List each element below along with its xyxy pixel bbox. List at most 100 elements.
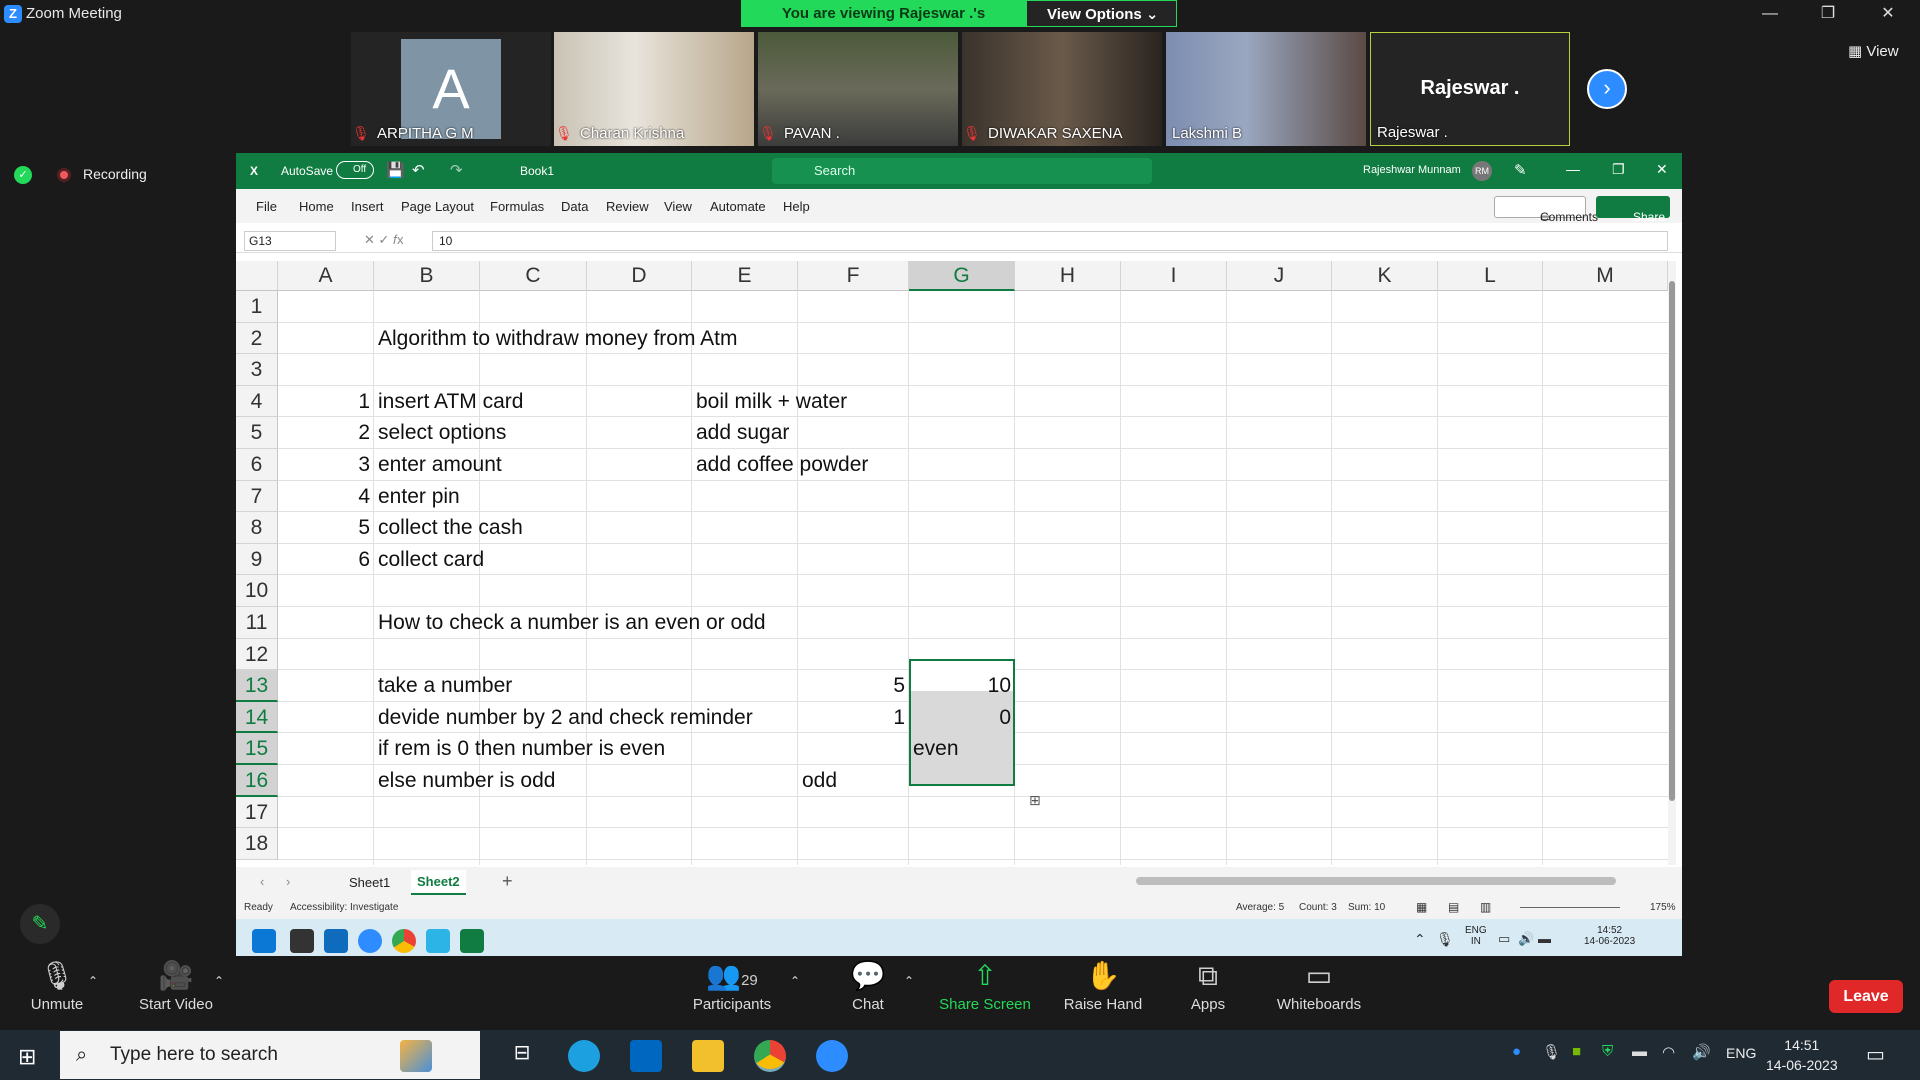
name-box[interactable]: G13 xyxy=(244,231,336,251)
store-icon[interactable] xyxy=(630,1040,662,1072)
row-header-10[interactable]: 10 xyxy=(236,575,278,607)
column-header-d[interactable]: D xyxy=(587,261,692,291)
cell-a5[interactable]: 2 xyxy=(278,417,370,448)
zoom-level[interactable]: 175% xyxy=(1650,902,1676,913)
select-all-corner[interactable] xyxy=(236,261,278,291)
undo-icon[interactable]: ↶ xyxy=(412,161,425,179)
task-view-icon[interactable] xyxy=(290,929,314,953)
participant-tile[interactable]: Lakshmi B xyxy=(1166,32,1366,146)
row-header-12[interactable]: 12 xyxy=(236,638,278,671)
tab-formulas[interactable]: Formulas xyxy=(490,199,544,214)
cell-a6[interactable]: 3 xyxy=(278,449,370,480)
redo-icon[interactable]: ↷ xyxy=(450,161,463,179)
accessibility-status[interactable]: Accessibility: Investigate xyxy=(290,902,398,913)
row-header-7[interactable]: 7 xyxy=(236,480,278,513)
normal-view-icon[interactable]: ▦ xyxy=(1416,900,1427,914)
annotate-pencil-icon[interactable]: ✎ xyxy=(20,904,60,944)
row-header-4[interactable]: 4 xyxy=(236,385,278,418)
minimize-button[interactable]: — xyxy=(1566,161,1580,177)
windows-start-icon[interactable] xyxy=(252,929,276,953)
tab-insert[interactable]: Insert xyxy=(351,199,384,214)
minimize-button[interactable]: — xyxy=(1750,2,1790,26)
cell-b8[interactable]: collect the cash xyxy=(378,512,523,543)
raise-hand-button[interactable]: ✋ Raise Hand xyxy=(1058,956,1148,1013)
sheet-tab[interactable]: Sheet1 xyxy=(349,875,390,890)
cell-b14[interactable]: devide number by 2 and check reminder xyxy=(378,702,753,733)
chevron-up-icon[interactable]: ⌃ xyxy=(1414,931,1426,948)
participant-tile[interactable]: A 🎙 ARPITHA G M xyxy=(351,32,551,146)
autosave-toggle[interactable]: Off xyxy=(336,161,374,179)
windows-start-icon[interactable]: ⊞ xyxy=(18,1044,36,1070)
apps-button[interactable]: ⧉ Apps xyxy=(1184,956,1232,1013)
vertical-scrollbar[interactable] xyxy=(1668,261,1676,865)
page-break-icon[interactable]: ▥ xyxy=(1480,900,1491,914)
cell-g14[interactable]: 0 xyxy=(909,702,1011,733)
security-shield-icon[interactable]: ✓ xyxy=(14,166,32,184)
cell-g13[interactable]: 10 xyxy=(909,670,1011,701)
save-icon[interactable]: 💾 xyxy=(386,161,405,179)
cell-b6[interactable]: enter amount xyxy=(378,449,502,480)
chat-button[interactable]: 💬 Chat xyxy=(838,956,898,1013)
share-button[interactable]: Share xyxy=(1596,196,1670,224)
cell-f16[interactable]: odd xyxy=(802,765,837,796)
gallery-view-button[interactable]: ▦ View xyxy=(1848,42,1899,60)
input-language[interactable]: ENG IN xyxy=(1465,925,1487,947)
participant-tile[interactable]: 🎙 PAVAN . xyxy=(758,32,958,146)
cell-f14[interactable]: 1 xyxy=(798,702,905,733)
chrome-icon[interactable] xyxy=(392,929,416,953)
inner-clock[interactable]: 14:52 14-06-2023 xyxy=(1584,925,1635,947)
cell-b7[interactable]: enter pin xyxy=(378,481,460,512)
row-header-15[interactable]: 15 xyxy=(236,733,278,765)
taskbar-clock[interactable]: 14:51 14-06-2023 xyxy=(1766,1035,1838,1075)
cell-b2[interactable]: Algorithm to withdraw money from Atm xyxy=(378,323,737,354)
tab-home[interactable]: Home xyxy=(299,199,334,214)
pen-icon[interactable]: ✎ xyxy=(1514,161,1527,179)
comments-button[interactable]: ▭ Comments xyxy=(1494,196,1598,224)
outlook-icon[interactable] xyxy=(324,929,348,953)
view-options-button[interactable]: View Options ⌄ xyxy=(1026,0,1177,27)
whiteboards-button[interactable]: ▭ Whiteboards xyxy=(1274,956,1364,1013)
cell-a9[interactable]: 6 xyxy=(278,544,370,575)
formula-input[interactable]: 10 xyxy=(432,231,1668,251)
column-header-i[interactable]: I xyxy=(1121,261,1227,291)
tab-file[interactable]: File xyxy=(256,199,277,214)
participant-tile[interactable]: 🎙 DIWAKAR SAXENA xyxy=(962,32,1162,146)
row-header-11[interactable]: 11 xyxy=(236,607,278,639)
cell-b16[interactable]: else number is odd xyxy=(378,765,555,796)
column-header-j[interactable]: J xyxy=(1227,261,1332,291)
input-language[interactable]: ENG xyxy=(1726,1045,1756,1061)
next-page-arrow-icon[interactable]: › xyxy=(1587,69,1627,109)
tab-page-layout[interactable]: Page Layout xyxy=(401,199,474,214)
sheet-tab-active[interactable]: Sheet2 xyxy=(411,870,466,895)
notifications-icon[interactable]: ▭ xyxy=(1866,1042,1885,1067)
row-header-2[interactable]: 2 xyxy=(236,322,278,355)
cell-b15[interactable]: if rem is 0 then number is even xyxy=(378,733,665,764)
spreadsheet-grid[interactable]: ABCDEFGHIJKLM 1 2 3 4 5 6 7 8 9 10 11 12 13 14 15 16 17 1… xyxy=(236,261,1676,865)
cell-b5[interactable]: select options xyxy=(378,417,506,448)
cell-a4[interactable]: 1 xyxy=(278,386,370,417)
tab-data[interactable]: Data xyxy=(561,199,588,214)
cell-e5[interactable]: add sugar xyxy=(696,417,789,448)
task-view-icon[interactable]: ⊟ xyxy=(506,1040,538,1072)
participant-tile-active-speaker[interactable]: Rajeswar . Rajeswar . xyxy=(1370,32,1570,146)
fx-icon[interactable]: ✕ ✓ 𝑓x xyxy=(364,232,404,248)
restore-button[interactable]: ❐ xyxy=(1612,161,1625,178)
battery-icon[interactable]: ▬ xyxy=(1538,931,1551,946)
column-header-a[interactable]: A xyxy=(278,261,374,291)
prev-sheet-icon[interactable]: ‹ xyxy=(260,874,264,889)
battery-icon[interactable]: ▬ xyxy=(1632,1043,1647,1060)
notepad-icon[interactable] xyxy=(426,929,450,953)
file-explorer-icon[interactable] xyxy=(692,1040,724,1072)
volume-icon[interactable]: 🔊 xyxy=(1692,1043,1711,1061)
start-video-button[interactable]: 🎥 Start Video xyxy=(130,956,222,1013)
excel-search-input[interactable]: Search xyxy=(772,158,1152,184)
cell-g15[interactable]: even xyxy=(913,733,959,764)
column-header-b[interactable]: B xyxy=(374,261,480,291)
row-header-17[interactable]: 17 xyxy=(236,796,278,829)
excel-taskbar-icon[interactable] xyxy=(460,929,484,953)
volume-icon[interactable]: 🔊 xyxy=(1518,931,1534,947)
nvidia-icon[interactable]: ■ xyxy=(1572,1043,1581,1060)
page-layout-icon[interactable]: ▤ xyxy=(1448,900,1459,914)
mic-icon[interactable]: 🎙 xyxy=(1436,931,1454,948)
row-header-16[interactable]: 16 xyxy=(236,765,278,797)
